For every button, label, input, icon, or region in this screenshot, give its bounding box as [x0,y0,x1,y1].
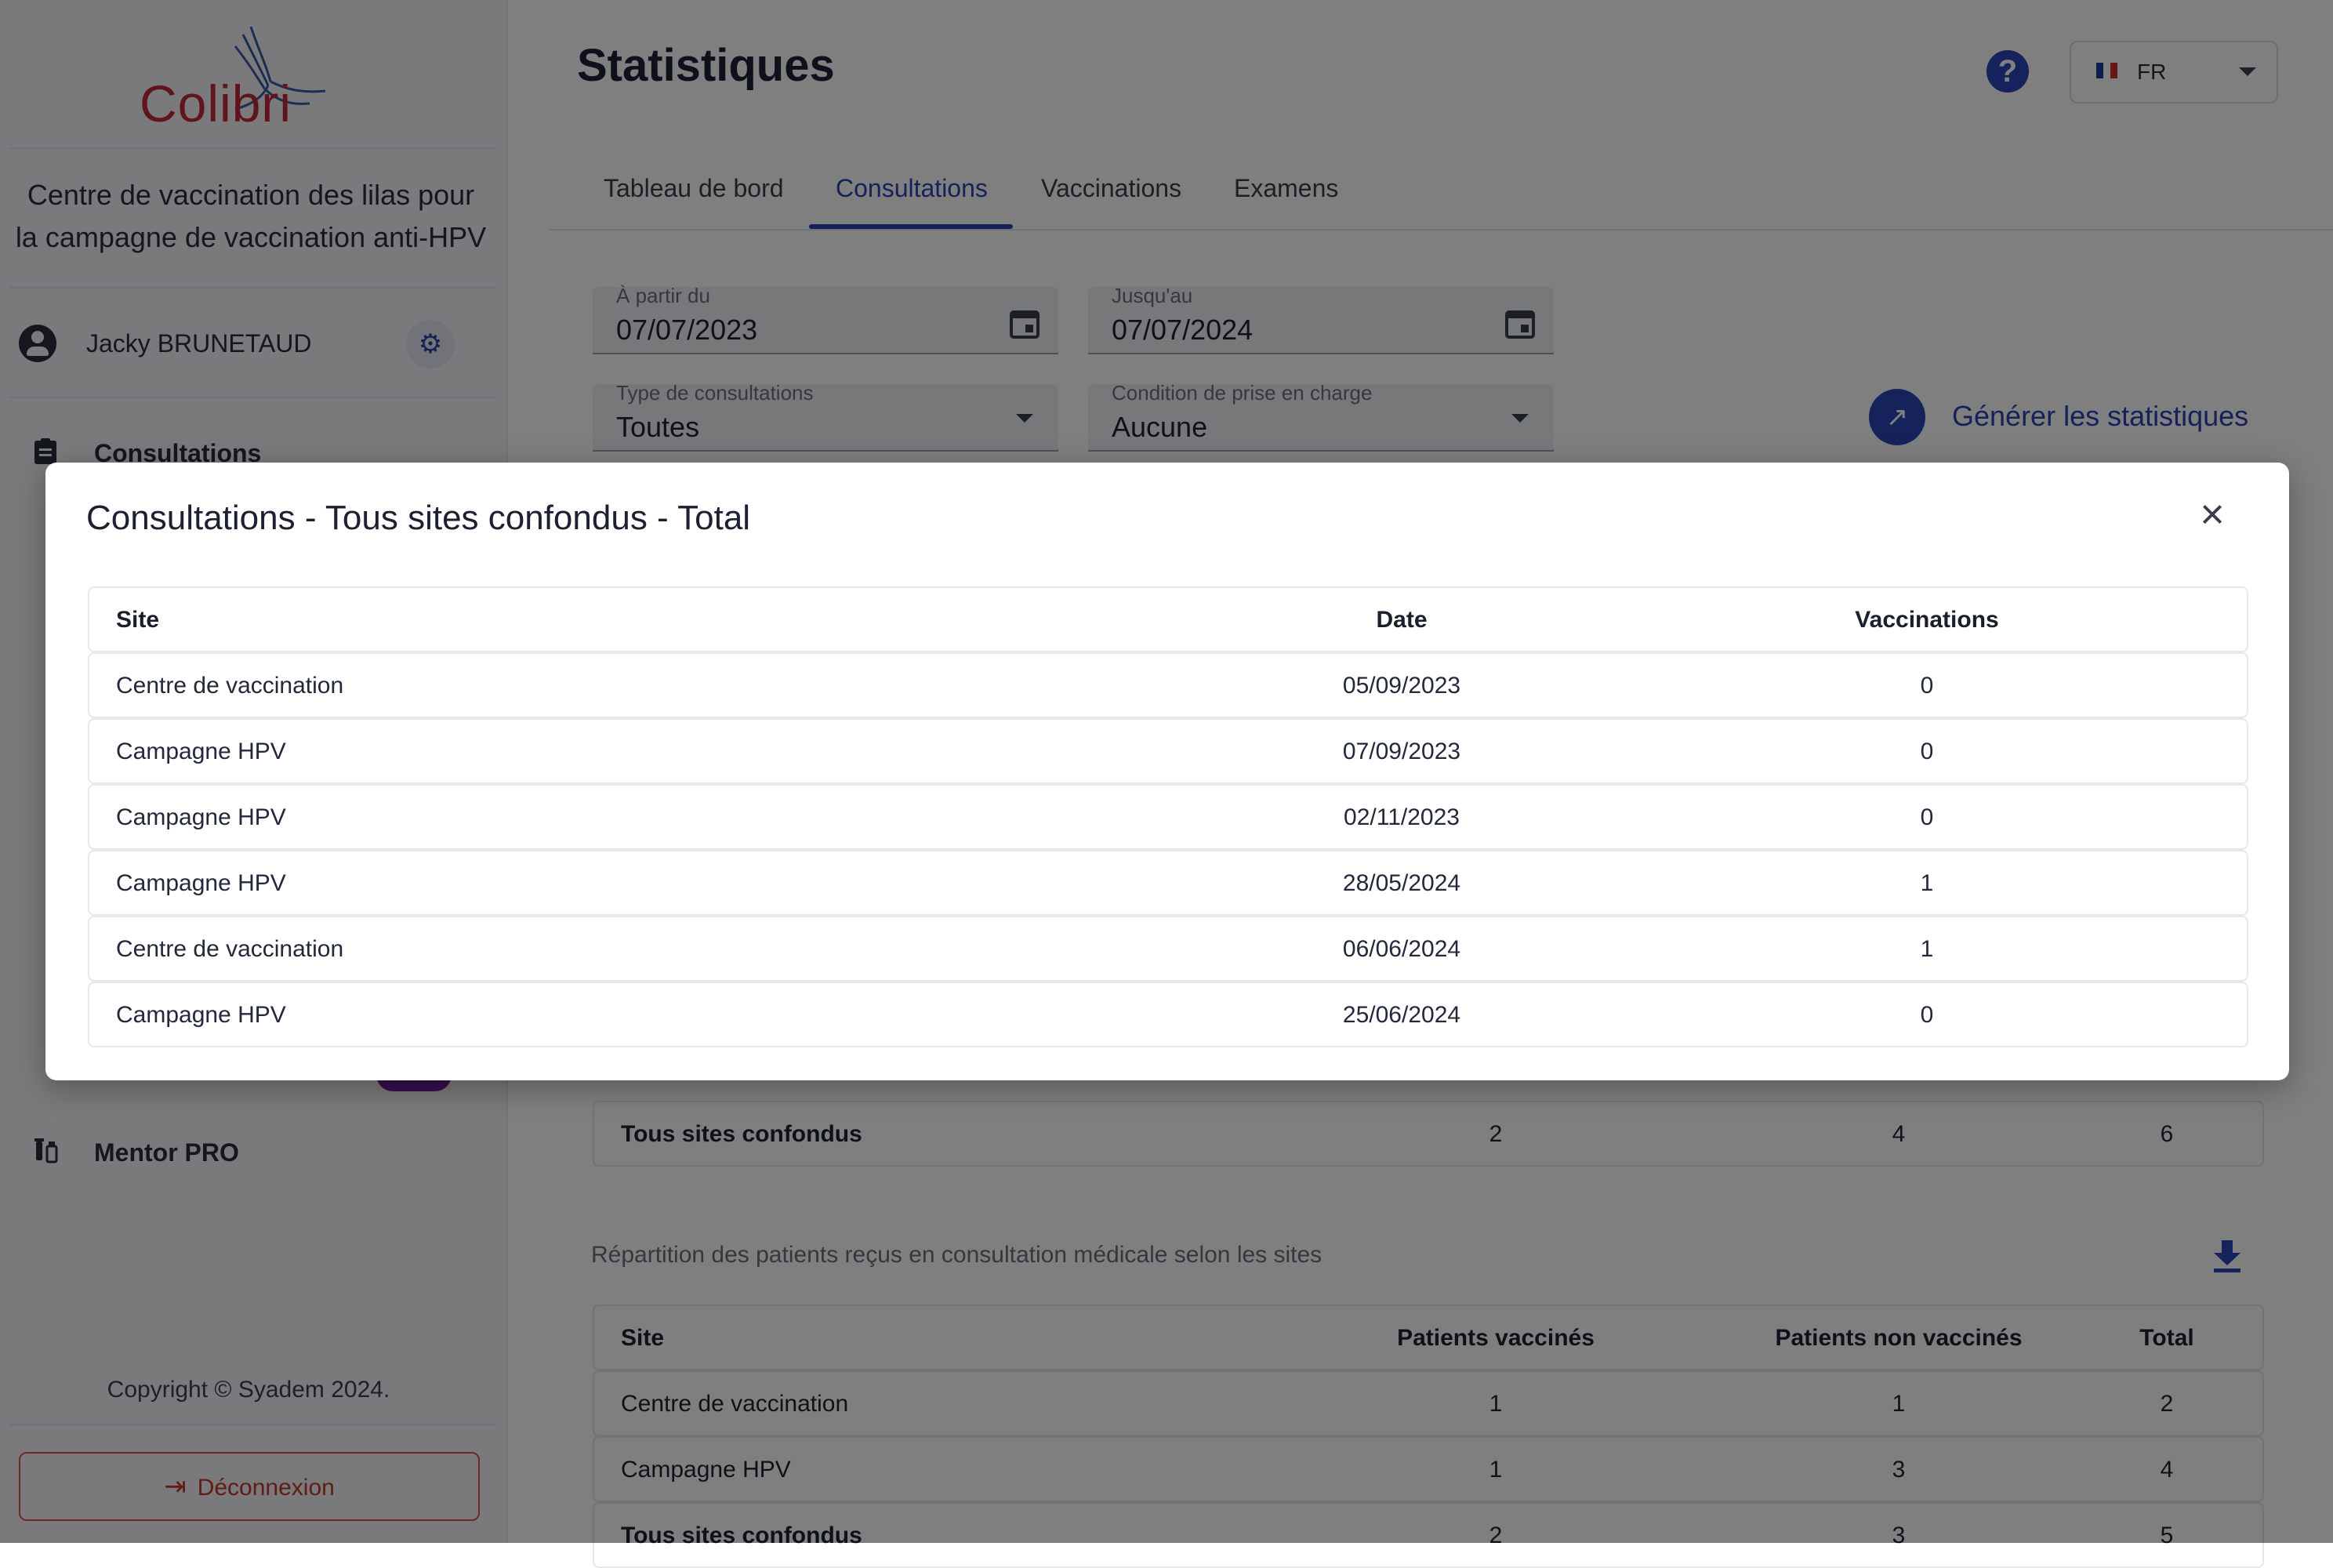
table-row: Centre de vaccination 05/09/2023 0 [88,652,2248,718]
cell-vaccinations: 0 [1920,673,1934,699]
cell-vaccinations: 0 [1920,739,1934,764]
header-date: Date [1376,607,1428,633]
table-row: Centre de vaccination 06/06/2024 1 [88,916,2248,982]
cell-vaccinations: 0 [1920,804,1934,830]
cell-site: Campagne HPV [116,739,286,764]
cell-vaccinations: 0 [1920,1002,1934,1028]
table-row: Campagne HPV 28/05/2024 1 [88,850,2248,916]
consultations-modal: Consultations - Tous sites confondus - T… [45,463,2289,1080]
table-row: Campagne HPV 25/06/2024 0 [88,982,2248,1047]
cell-date: 05/09/2023 [1342,673,1461,699]
cell-date: 02/11/2023 [1344,804,1460,830]
table-row: Campagne HPV 02/11/2023 0 [88,784,2248,850]
modal-title: Consultations - Tous sites confondus - T… [86,499,751,537]
cell-site: Centre de vaccination [116,673,344,699]
cell-site: Campagne HPV [116,804,286,830]
close-icon[interactable]: × [2189,491,2236,538]
header-site: Site [116,607,160,633]
header-vaccinations: Vaccinations [1855,607,1999,633]
modal-table-header: Site Date Vaccinations [88,586,2248,652]
cell-date: 06/06/2024 [1342,936,1461,962]
cell-site: Campagne HPV [116,870,286,896]
cell-date: 07/09/2023 [1342,739,1461,764]
cell-date: 28/05/2024 [1342,870,1461,896]
cell-vaccinations: 1 [1920,936,1934,962]
cell-site: Centre de vaccination [116,936,344,962]
table-row: Campagne HPV 07/09/2023 0 [88,718,2248,784]
cell-vaccinations: 1 [1920,870,1934,896]
cell-date: 25/06/2024 [1342,1002,1461,1028]
cell-site: Campagne HPV [116,1002,286,1028]
